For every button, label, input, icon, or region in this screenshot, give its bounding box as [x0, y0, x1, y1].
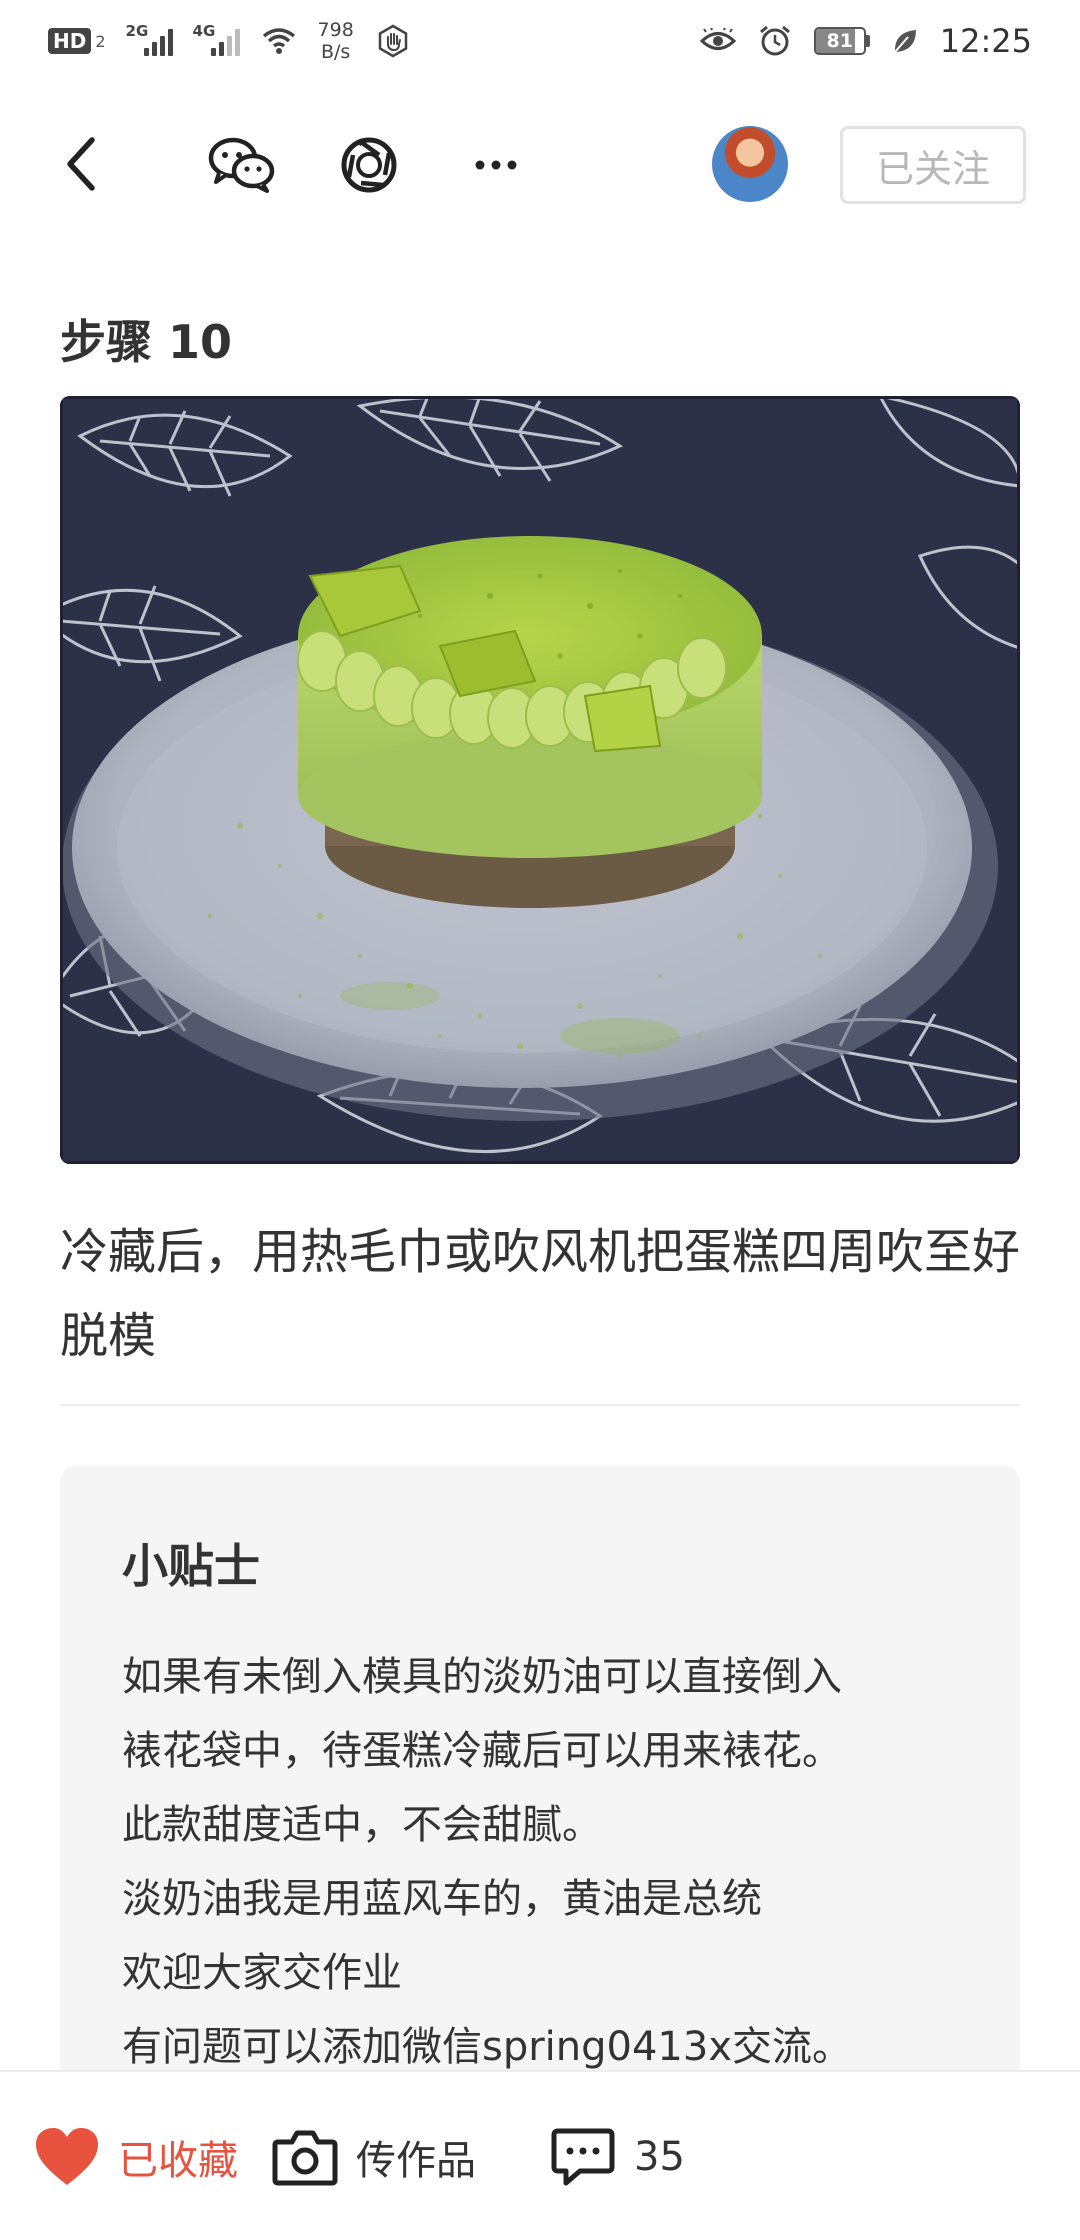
- comment-icon: [551, 2128, 615, 2186]
- tips-line: 淡奶油我是用蓝风车的，黄油是总统: [122, 1876, 762, 1922]
- eye-icon: [699, 28, 736, 50]
- step-title: 步骤 10: [60, 315, 233, 369]
- camera-icon: [272, 2130, 338, 2186]
- leaf-icon: [894, 30, 916, 53]
- step-description: 冷藏后，用热毛巾或吹风机把蛋糕四周吹至好脱模: [60, 1224, 1021, 1364]
- follow-button[interactable]: 已关注: [840, 126, 1026, 204]
- bottom-action-bar: 已收藏 传作品 35: [0, 2070, 1080, 2240]
- hd-sub: 2: [95, 31, 106, 51]
- net-2g-label: 2G: [125, 22, 149, 40]
- moments-aperture-icon: [341, 137, 397, 193]
- moments-share-button[interactable]: [336, 132, 402, 198]
- signal-icon-2g: 2G: [126, 22, 173, 56]
- nav-bar: 已关注: [0, 112, 1080, 222]
- speed-value: 798: [317, 19, 354, 41]
- back-button[interactable]: [50, 134, 110, 194]
- alarm-icon: [759, 25, 790, 56]
- status-left: HD 2 2G 4G 798 B/s: [48, 19, 410, 63]
- more-button[interactable]: [464, 140, 528, 190]
- tips-line: 欢迎大家交作业: [122, 1950, 402, 1996]
- battery-level: 81: [826, 30, 853, 52]
- favorite-label: 已收藏: [118, 2138, 238, 2184]
- tips-content: 如果有未倒入模具的淡奶油可以直接倒入 裱花袋中，待蛋糕冷藏后可以用来裱花。 此款…: [122, 1640, 982, 2084]
- tips-line: 此款甜度适中，不会甜腻。: [122, 1802, 602, 1848]
- tips-title: 小贴士: [122, 1539, 260, 1593]
- hd-badge: HD 2: [48, 28, 106, 54]
- wifi-icon: [262, 28, 295, 54]
- status-right: 81 12:25: [699, 22, 1032, 60]
- divider: [60, 1404, 1020, 1406]
- net-4g-label: 4G: [192, 22, 216, 40]
- wechat-icon: [208, 137, 275, 193]
- matcha-cake-photo: [60, 396, 1020, 1164]
- back-arrow-icon: [67, 137, 95, 191]
- heart-icon: [36, 2128, 98, 2185]
- hd-label: HD: [48, 28, 92, 54]
- wechat-share-button[interactable]: [206, 130, 278, 200]
- tips-line: 如果有未倒入模具的淡奶油可以直接倒入: [122, 1654, 842, 1700]
- upload-work-button[interactable]: 传作品: [272, 2072, 476, 2240]
- clock: 12:25: [939, 22, 1032, 60]
- tips-line: 裱花袋中，待蛋糕冷藏后可以用来裱花。: [122, 1728, 842, 1774]
- signal-icon-4g: 4G: [193, 22, 240, 56]
- favorite-button[interactable]: 已收藏: [34, 2072, 238, 2240]
- step-image[interactable]: [60, 396, 1020, 1164]
- comment-count: 35: [634, 2134, 685, 2180]
- comments-button[interactable]: 35: [550, 2072, 685, 2240]
- hand-icon: [378, 24, 408, 58]
- author-avatar[interactable]: [712, 126, 788, 202]
- status-bar: HD 2 2G 4G 798 B/s 81 12:25: [0, 0, 1080, 82]
- more-dots-icon: [475, 160, 517, 170]
- battery-icon: 81: [813, 27, 870, 55]
- network-speed: 798 B/s: [318, 19, 354, 63]
- speed-unit: B/s: [320, 41, 351, 63]
- upload-label: 传作品: [356, 2138, 476, 2184]
